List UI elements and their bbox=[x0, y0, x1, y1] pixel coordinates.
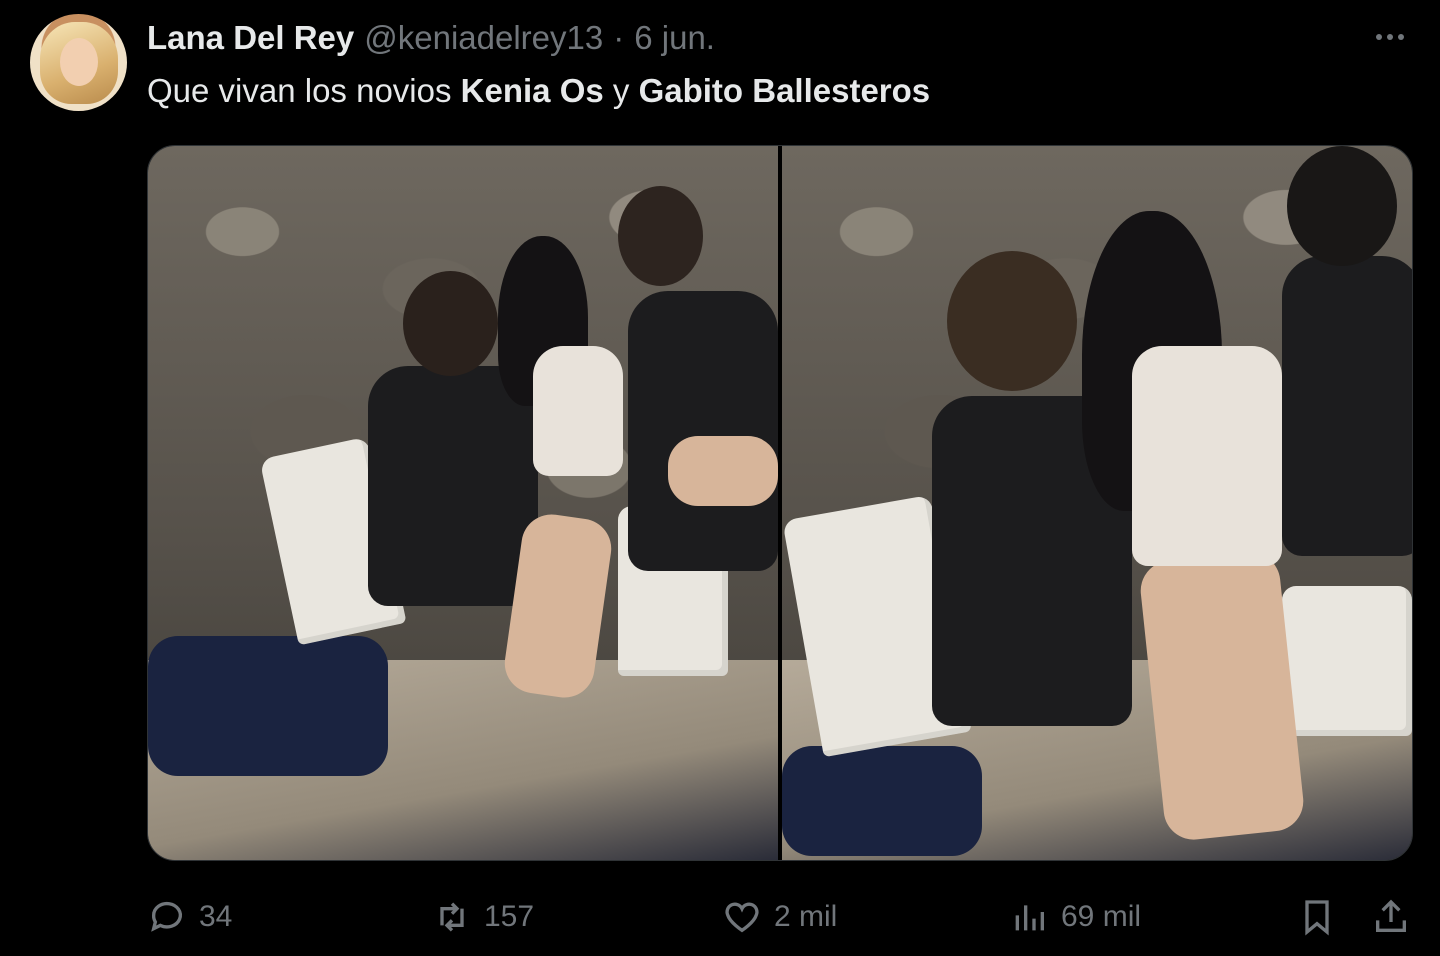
media-grid bbox=[147, 145, 1413, 861]
person-head-shape bbox=[618, 186, 703, 286]
legs-shape bbox=[668, 436, 778, 506]
media-photo-1[interactable] bbox=[148, 146, 778, 860]
share-button[interactable] bbox=[1371, 890, 1411, 944]
display-name[interactable]: Lana Del Rey bbox=[147, 19, 354, 57]
legs-shape bbox=[1137, 549, 1307, 843]
repost-arrows-icon bbox=[440, 902, 464, 932]
top-shape bbox=[1132, 346, 1282, 566]
views-chart-icon bbox=[1015, 905, 1044, 931]
share-upload-icon bbox=[1376, 899, 1406, 932]
tweet-mention-1: Kenia Os bbox=[460, 72, 604, 109]
user-handle[interactable]: @keniadelrey13 bbox=[364, 19, 603, 57]
tweet-header: Lana Del Rey @keniadelrey13 · 6 jun. bbox=[147, 18, 715, 58]
like-button[interactable]: 2 mil bbox=[722, 890, 837, 944]
post-date[interactable]: 6 jun. bbox=[634, 19, 715, 57]
tweet-text: Que vivan los novios Kenia Os y Gabito B… bbox=[147, 72, 930, 110]
tweet-card: Lana Del Rey @keniadelrey13 · 6 jun. Que… bbox=[0, 0, 1440, 956]
reply-count: 34 bbox=[199, 900, 233, 933]
repost-button[interactable]: 157 bbox=[432, 890, 534, 944]
tweet-text-connector: y bbox=[603, 72, 639, 109]
lounger-shape bbox=[782, 746, 982, 856]
person-shape bbox=[368, 366, 538, 606]
repost-count: 157 bbox=[484, 900, 535, 933]
media-photo-2[interactable] bbox=[782, 146, 1412, 860]
bookmark-icon bbox=[1305, 900, 1329, 936]
bookmark-button[interactable] bbox=[1297, 890, 1337, 944]
heart-icon bbox=[725, 902, 759, 933]
person-head-shape bbox=[403, 271, 498, 376]
action-bar: 34 157 2 mil 69 mil bbox=[147, 890, 1413, 944]
tweet-text-plain: Que vivan los novios bbox=[147, 72, 461, 109]
lounger-shape bbox=[148, 636, 388, 776]
reply-bubble-icon bbox=[151, 901, 182, 932]
person-head-shape bbox=[947, 251, 1077, 391]
reply-button[interactable]: 34 bbox=[147, 890, 232, 944]
top-shape bbox=[533, 346, 623, 476]
chair-shape bbox=[1282, 586, 1412, 736]
separator-dot: · bbox=[613, 19, 625, 56]
tweet-mention-2: Gabito Ballesteros bbox=[638, 72, 931, 109]
more-options-icon[interactable] bbox=[1370, 22, 1410, 52]
person-shape bbox=[628, 291, 778, 571]
person-head-shape bbox=[1287, 146, 1397, 266]
views-count: 69 mil bbox=[1061, 900, 1142, 933]
avatar-face bbox=[60, 38, 98, 86]
avatar[interactable] bbox=[30, 14, 127, 111]
like-count: 2 mil bbox=[774, 900, 838, 933]
person-shape bbox=[1282, 256, 1412, 556]
views-button[interactable]: 69 mil bbox=[1009, 890, 1141, 944]
